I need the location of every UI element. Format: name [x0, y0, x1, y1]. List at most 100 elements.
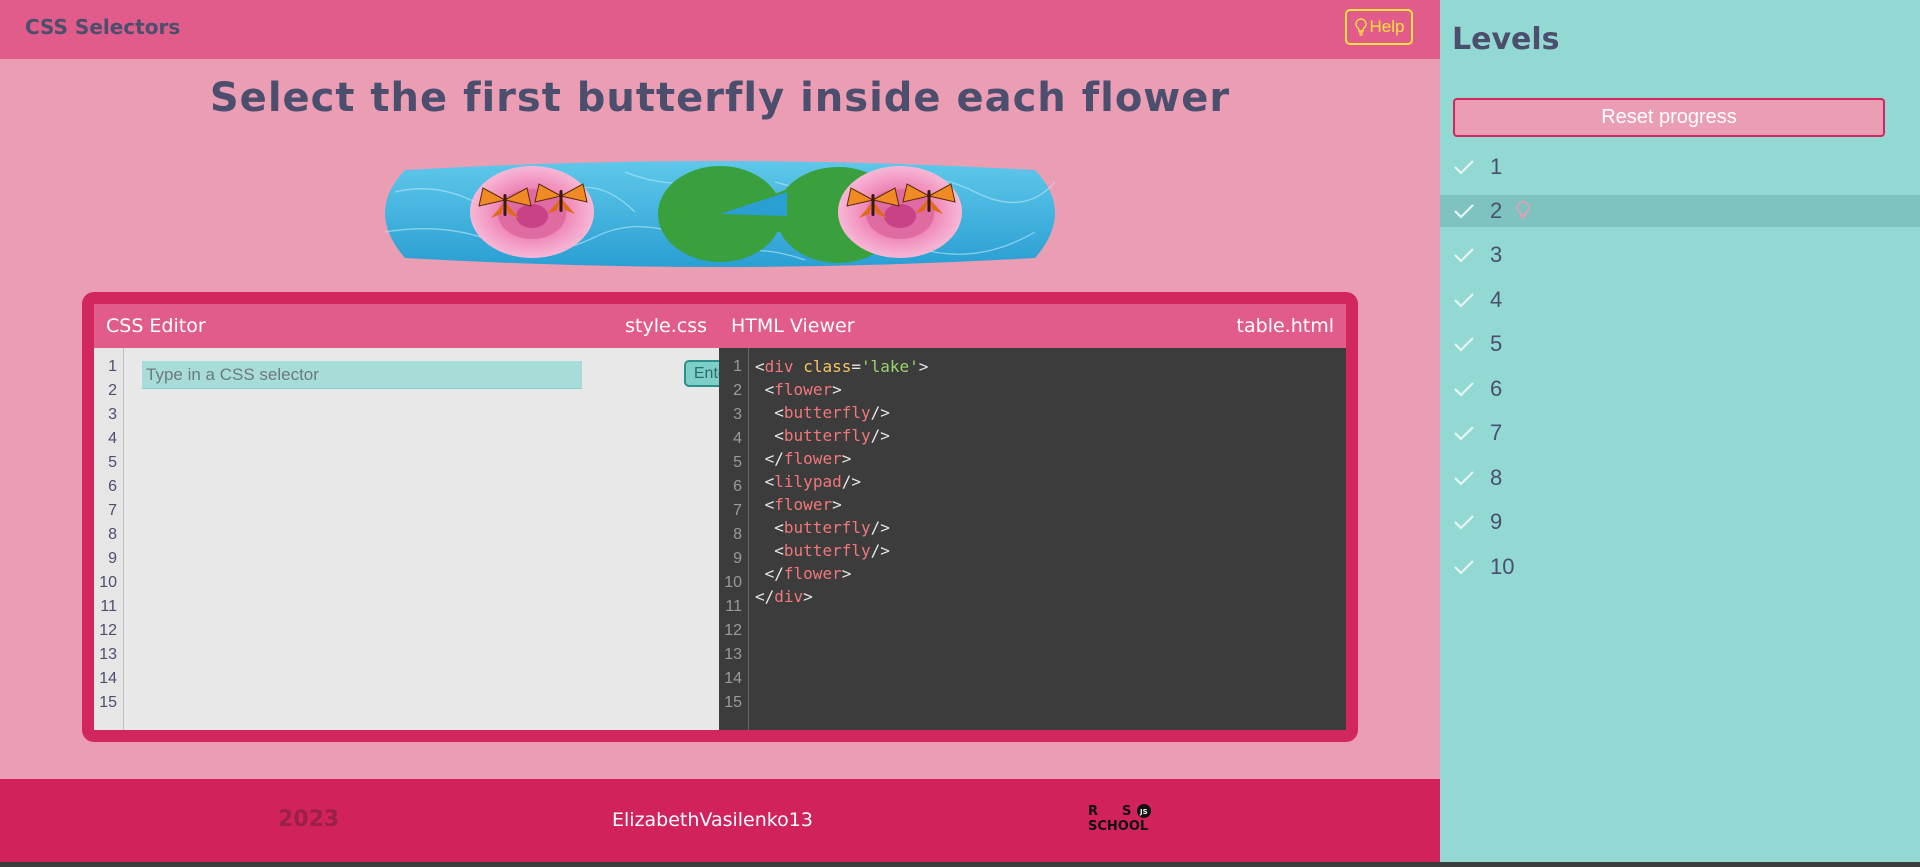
line-number: 15 — [99, 694, 117, 711]
svg-text:S: S — [1122, 804, 1131, 819]
level-number: 10 — [1490, 554, 1515, 579]
line-number: 14 — [724, 670, 742, 687]
line-number: 5 — [733, 454, 742, 471]
code-line[interactable]: <butterfly/> — [755, 424, 1346, 447]
level-item-5[interactable]: 5 — [1440, 328, 1920, 360]
level-item-7[interactable]: 7 — [1440, 417, 1920, 449]
line-number: 15 — [724, 694, 742, 711]
levels-title: Levels — [1452, 22, 1560, 57]
rs-school-logo[interactable]: R S JS SCHOOL — [1086, 802, 1162, 834]
html-viewer: HTML Viewer table.html 1 2 3 4 5 6 7 8 9… — [719, 304, 1346, 730]
level-item-4[interactable]: 4 — [1440, 284, 1920, 316]
line-number: 11 — [725, 598, 742, 615]
task-instruction: Select the first butterfly inside each f… — [209, 75, 1231, 121]
app-title: CSS Selectors — [25, 15, 181, 39]
level-item-6[interactable]: 6 — [1440, 373, 1920, 405]
level-number: 7 — [1490, 420, 1503, 445]
line-number: 1 — [733, 358, 742, 375]
level-item-2[interactable]: 2 — [1440, 195, 1920, 227]
flower — [838, 166, 962, 258]
check-icon — [1454, 471, 1474, 486]
footer-year: 2023 — [278, 807, 340, 832]
svg-text:R: R — [1088, 804, 1098, 819]
code-line[interactable]: <div class='lake'> — [755, 355, 1346, 378]
level-item-8[interactable]: 8 — [1440, 462, 1920, 494]
level-number: 1 — [1490, 154, 1503, 179]
html-viewer-title: HTML Viewer — [731, 315, 855, 337]
line-number: 4 — [733, 430, 742, 447]
line-number: 6 — [733, 478, 742, 495]
line-number: 9 — [733, 550, 742, 567]
check-icon — [1454, 248, 1474, 263]
code-line[interactable]: </div> — [755, 585, 1346, 608]
help-label: Help — [1369, 17, 1405, 36]
lightbulb-icon — [1354, 18, 1367, 36]
game-table — [384, 161, 1056, 267]
level-item-9[interactable]: 9 — [1440, 506, 1920, 538]
html-viewer-filename: table.html — [1236, 315, 1334, 337]
code-line[interactable]: <butterfly/> — [755, 539, 1346, 562]
levels-sidebar: Levels Reset progress 1 2 3 4 5 6 7 8 9 … — [1440, 0, 1920, 862]
level-item-10[interactable]: 10 — [1440, 551, 1920, 583]
code-line[interactable]: <flower> — [755, 493, 1346, 516]
svg-text:JS: JS — [1139, 808, 1148, 816]
check-icon — [1454, 515, 1474, 530]
code-line[interactable]: <butterfly/> — [755, 401, 1346, 424]
html-viewer-header: HTML Viewer table.html — [719, 304, 1346, 348]
check-icon — [1454, 204, 1474, 219]
level-item-1[interactable]: 1 — [1440, 151, 1920, 183]
line-number: 4 — [108, 430, 117, 447]
level-number: 6 — [1490, 376, 1503, 401]
reset-progress-button[interactable]: Reset progress — [1453, 98, 1885, 137]
level-number: 5 — [1490, 331, 1503, 356]
line-number: 10 — [724, 574, 742, 591]
line-number: 10 — [99, 574, 117, 591]
svg-text:SCHOOL: SCHOOL — [1088, 819, 1148, 834]
line-number: 11 — [100, 598, 117, 615]
line-number: 3 — [108, 406, 117, 423]
line-number: 13 — [724, 646, 742, 663]
line-number: 2 — [733, 382, 742, 399]
code-line[interactable]: </flower> — [755, 447, 1346, 470]
line-number: 12 — [99, 622, 117, 639]
check-icon — [1454, 337, 1474, 352]
lightbulb-icon — [1516, 201, 1530, 219]
author-link[interactable]: ElizabethVasilenko13 — [612, 809, 813, 831]
line-number: 7 — [733, 502, 742, 519]
level-number: 3 — [1490, 242, 1503, 267]
footer: 2023 ElizabethVasilenko13 R S JS SCHOOL — [0, 779, 1440, 862]
check-icon — [1454, 382, 1474, 397]
check-icon — [1454, 293, 1474, 308]
line-number: 8 — [733, 526, 742, 543]
top-bar: CSS Selectors Help — [0, 0, 1440, 59]
code-line[interactable]: <lilypad/> — [755, 470, 1346, 493]
editor-panel: CSS Editor style.css 1 2 3 4 5 6 7 8 9 1… — [82, 292, 1358, 742]
check-icon — [1454, 160, 1474, 175]
html-code: <div class='lake'> <flower> <butterfly/>… — [749, 348, 1346, 730]
line-number: 14 — [99, 670, 117, 687]
line-number: 13 — [99, 646, 117, 663]
line-number: 9 — [108, 550, 117, 567]
code-line[interactable]: <flower> — [755, 378, 1346, 401]
level-number: 9 — [1490, 509, 1503, 534]
css-editor-filename: style.css — [625, 315, 707, 337]
css-editor-area: Enter — [124, 348, 742, 730]
line-numbers: 1 2 3 4 5 6 7 8 9 10 11 12 13 14 15 — [94, 348, 124, 730]
code-line[interactable]: <butterfly/> — [755, 516, 1346, 539]
level-number: 8 — [1490, 465, 1503, 490]
code-line[interactable]: </flower> — [755, 562, 1346, 585]
line-number: 12 — [724, 622, 742, 639]
line-numbers: 1 2 3 4 5 6 7 8 9 10 11 12 13 14 15 — [719, 348, 749, 730]
css-editor-title: CSS Editor — [106, 315, 206, 337]
line-number: 6 — [108, 478, 117, 495]
line-number: 8 — [108, 526, 117, 543]
level-number: 2 — [1490, 198, 1503, 223]
level-item-3[interactable]: 3 — [1440, 239, 1920, 271]
flower — [470, 166, 594, 258]
css-editor-header: CSS Editor style.css — [94, 304, 719, 348]
game-area: CSS Selectors Help Select the first butt… — [0, 0, 1440, 862]
check-icon — [1454, 560, 1474, 575]
selector-input[interactable] — [142, 361, 582, 389]
check-icon — [1454, 426, 1474, 441]
help-button[interactable]: Help — [1345, 9, 1413, 45]
